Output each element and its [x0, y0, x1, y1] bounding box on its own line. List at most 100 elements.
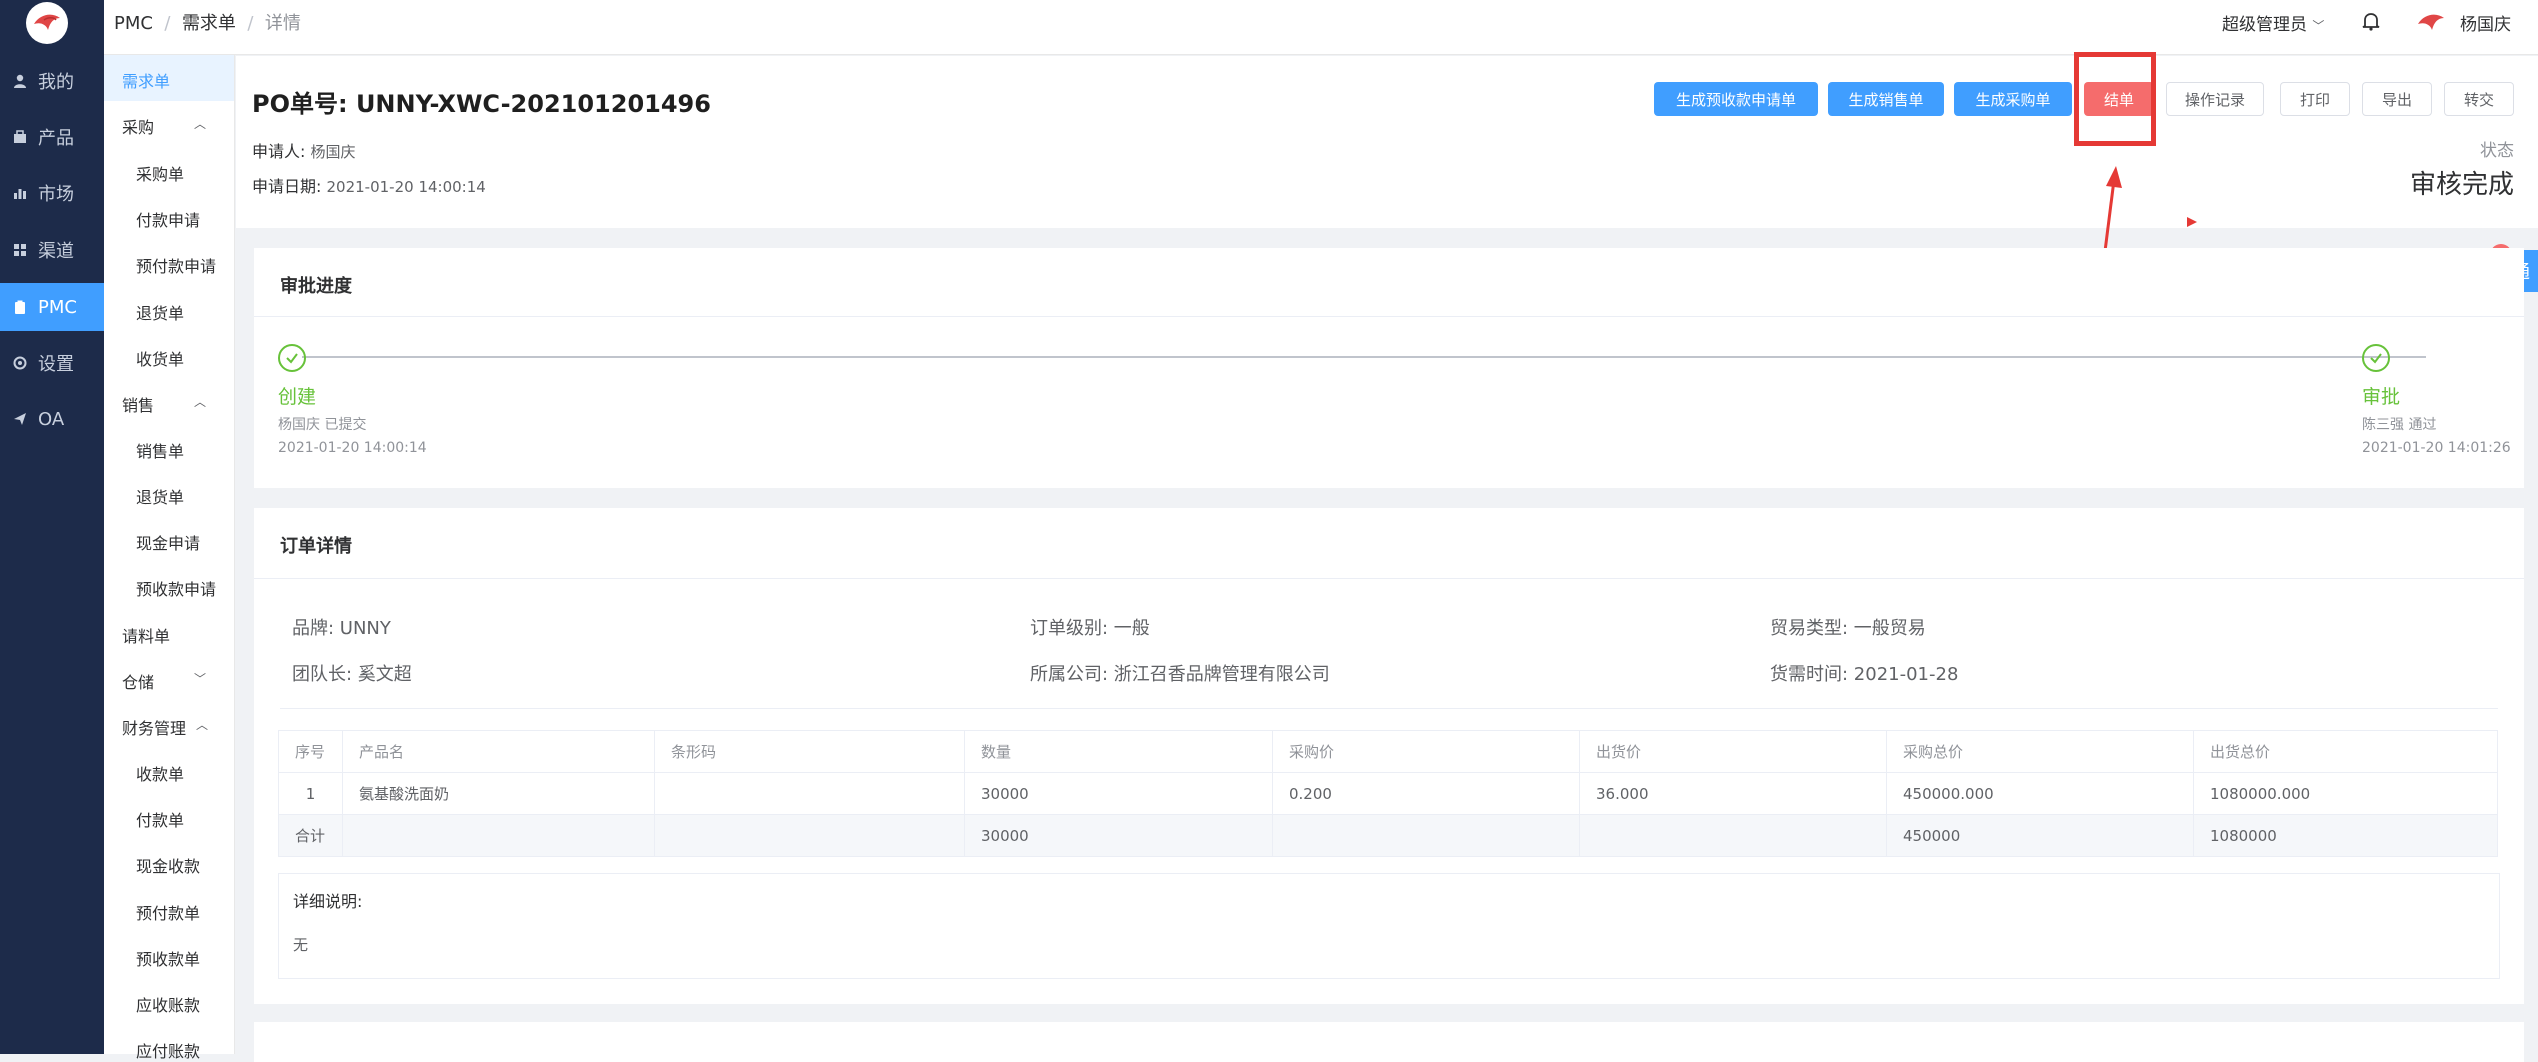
username[interactable]: 杨国庆 — [2460, 10, 2511, 35]
subnav-item-payment[interactable]: 付款单 — [136, 807, 184, 831]
generate-purchase-order-button[interactable]: 生成采购单 — [1954, 82, 2072, 116]
subnav-item-purchase-order[interactable]: 采购单 — [136, 161, 184, 185]
subnav-group-sales[interactable]: 销售 — [122, 392, 154, 416]
generate-sales-order-button[interactable]: 生成销售单 — [1828, 82, 1944, 116]
top-header: PMC / 需求单 / 详情 超级管理员 ﹀ 杨国庆 — [104, 0, 2538, 55]
clipboard-icon — [12, 299, 28, 315]
subnav-group-purchase[interactable]: 采购 — [122, 114, 154, 138]
step-check-icon — [2362, 344, 2390, 372]
subnav-group-warehouse[interactable]: 仓储 — [122, 669, 154, 693]
column-header: 出货总价 — [2193, 730, 2498, 773]
transfer-button[interactable]: 转交 — [2444, 82, 2514, 116]
subnav-item-sales-return[interactable]: 退货单 — [136, 484, 184, 508]
app-logo[interactable] — [26, 2, 68, 44]
column-header: 数量 — [964, 730, 1273, 773]
cell-empty — [1579, 814, 1887, 857]
nav-item-mine[interactable]: 我的 — [0, 58, 104, 104]
nav-item-label: 设置 — [38, 354, 74, 375]
product-icon — [12, 129, 28, 145]
subnav-item-prepayment[interactable]: 预付款单 — [136, 900, 200, 924]
breadcrumb-item-current: 详情 — [264, 13, 301, 34]
applicant-label: 申请人: — [252, 142, 306, 161]
role-label: 超级管理员 — [2222, 15, 2307, 35]
avatar[interactable] — [2414, 6, 2446, 38]
step-name: 创建 — [278, 386, 317, 408]
nav-item-product[interactable]: 产品 — [0, 114, 104, 160]
approval-progress-title: 审批进度 — [280, 276, 352, 297]
sub-nav: 需求单 采购 ︿ 采购单 付款申请 预付款申请 退货单 收货单 销售 ︿ 销售单… — [104, 55, 235, 1061]
breadcrumb-item[interactable]: 需求单 — [182, 13, 236, 34]
cell-quantity: 30000 — [964, 772, 1273, 815]
status-value: 审核完成 — [2409, 170, 2514, 200]
subnav-item-prereceipt[interactable]: 预收款单 — [136, 946, 200, 970]
cell-sum-purchase-total: 450000 — [1886, 814, 2194, 857]
subnav-item-sales-order[interactable]: 销售单 — [136, 438, 184, 462]
subnav-item-demand[interactable]: 需求单 — [122, 68, 170, 92]
applicant-row: 申请人: 杨国庆 — [252, 138, 356, 162]
role-selector[interactable]: 超级管理员 ﹀ — [2222, 10, 2324, 35]
cell-sum-label: 合计 — [278, 814, 343, 857]
subnav-item-cash-request[interactable]: 现金申请 — [136, 530, 200, 554]
subnav-item-material-request[interactable]: 请料单 — [122, 623, 170, 647]
breadcrumb-item[interactable]: PMC — [114, 13, 153, 34]
annotation-highlight-box — [2074, 52, 2156, 146]
main-nav: 我的 产品 市场 渠道 PMC 设置 OA — [0, 0, 104, 1054]
subnav-item-prereceive-request[interactable]: 预收款申请 — [136, 576, 216, 600]
section-divider — [280, 708, 2498, 709]
nav-item-channel[interactable]: 渠道 — [0, 227, 104, 273]
nav-item-label: 市场 — [38, 184, 74, 205]
nav-item-market[interactable]: 市场 — [0, 170, 104, 216]
cell-sale-total: 1080000.000 — [2193, 772, 2498, 815]
product-table: 序号 产品名 条形码 数量 采购价 出货价 采购总价 出货总价 1 氨基酸洗面奶… — [278, 730, 2498, 857]
column-header: 采购总价 — [1886, 730, 2194, 773]
chevron-down-icon[interactable]: ﹀ — [194, 670, 206, 687]
subnav-item-receivables[interactable]: 应收账款 — [136, 992, 200, 1016]
subnav-item-purchase-return[interactable]: 退货单 — [136, 300, 184, 324]
nav-item-oa[interactable]: OA — [0, 396, 104, 442]
step-person: 陈三强 通过 — [2362, 417, 2437, 433]
cell-product-name: 氨基酸洗面奶 — [342, 772, 655, 815]
chevron-up-icon[interactable]: ︿ — [196, 716, 208, 733]
column-header: 出货价 — [1579, 730, 1887, 773]
detail-note-value: 无 — [293, 936, 309, 954]
step-time: 2021-01-20 14:00:14 — [278, 440, 427, 456]
subnav-group-finance[interactable]: 财务管理 — [122, 715, 186, 739]
breadcrumb: PMC / 需求单 / 详情 — [114, 9, 301, 35]
cell-empty — [654, 814, 965, 857]
chevron-up-icon[interactable]: ︿ — [194, 115, 206, 132]
po-title: PO单号: UNNY-XWC-202101201496 — [252, 90, 711, 118]
bell-icon[interactable] — [2360, 10, 2382, 36]
subnav-item-payables[interactable]: 应付账款 — [136, 1038, 200, 1062]
apply-date-value: 2021-01-20 14:00:14 — [326, 178, 486, 196]
section-divider — [254, 578, 2524, 579]
company-field: 所属公司: 浙江召香品牌管理有限公司 — [1030, 664, 1330, 685]
column-header: 产品名 — [342, 730, 655, 773]
column-header: 采购价 — [1272, 730, 1580, 773]
subnav-item-prepay-request[interactable]: 预付款申请 — [136, 253, 216, 277]
nav-item-settings[interactable]: 设置 — [0, 340, 104, 386]
apply-date-label: 申请日期: — [252, 177, 322, 196]
po-header-card: PO单号: UNNY-XWC-202101201496 申请人: 杨国庆 申请日… — [236, 56, 2538, 228]
nav-item-pmc[interactable]: PMC — [0, 283, 104, 331]
grid-icon — [12, 242, 28, 258]
cell-sum-sale-total: 1080000 — [2193, 814, 2498, 857]
step-name: 审批 — [2362, 386, 2401, 408]
chevron-up-icon[interactable]: ︿ — [194, 393, 206, 410]
detail-note-box: 详细说明: 无 — [278, 873, 2500, 979]
subnav-item-receipt[interactable]: 收货单 — [136, 346, 184, 370]
annotation-marker — [2187, 217, 2197, 227]
cell-empty — [1272, 814, 1580, 857]
order-detail-title: 订单详情 — [280, 536, 352, 557]
order-level-field: 订单级别: 一般 — [1030, 618, 1150, 639]
subnav-item-payment-request[interactable]: 付款申请 — [136, 207, 200, 231]
subnav-item-collection[interactable]: 收款单 — [136, 761, 184, 785]
status-label: 状态 — [2480, 141, 2514, 161]
user-icon — [12, 73, 28, 89]
print-button[interactable]: 打印 — [2280, 82, 2350, 116]
team-leader-field: 团队长: 奚文超 — [292, 664, 412, 685]
subnav-item-cash-collection[interactable]: 现金收款 — [136, 853, 200, 877]
export-button[interactable]: 导出 — [2362, 82, 2432, 116]
operation-log-button[interactable]: 操作记录 — [2166, 82, 2264, 116]
generate-prepay-request-button[interactable]: 生成预收款申请单 — [1654, 82, 1818, 116]
progress-line — [302, 356, 2426, 358]
